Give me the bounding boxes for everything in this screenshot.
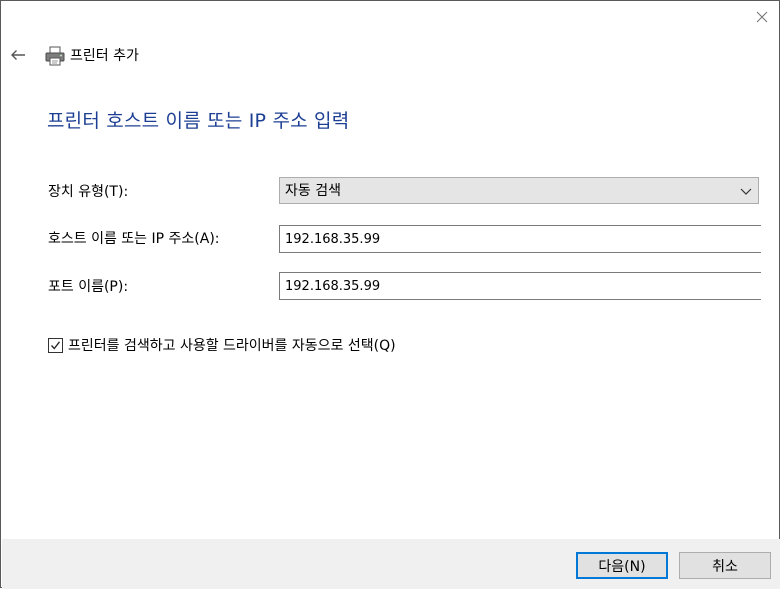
host-input[interactable] <box>279 225 761 253</box>
cancel-button[interactable]: 취소 <box>679 552 771 579</box>
window-title: 프린터 추가 <box>70 48 139 64</box>
dialog-window: 프린터 추가 프린터 호스트 이름 또는 IP 주소 입력 장치 유형(T): … <box>0 0 780 589</box>
chevron-down-icon <box>740 188 752 195</box>
next-button[interactable]: 다음(N) <box>576 552 668 579</box>
device-type-label: 장치 유형(T): <box>48 184 129 200</box>
page-title: 프린터 호스트 이름 또는 IP 주소 입력 <box>47 110 350 132</box>
back-button[interactable] <box>7 45 29 65</box>
printer-icon <box>45 46 65 66</box>
auto-driver-checkbox[interactable] <box>48 338 63 353</box>
port-input[interactable] <box>279 272 761 300</box>
close-icon <box>756 11 768 23</box>
close-button[interactable] <box>747 5 777 29</box>
dialog-footer: 다음(N) 취소 <box>2 539 780 589</box>
device-type-dropdown[interactable]: 자동 검색 <box>279 177 759 204</box>
auto-driver-label[interactable]: 프린터를 검색하고 사용할 드라이버를 자동으로 선택(Q) <box>68 336 396 356</box>
back-arrow-icon <box>11 50 25 60</box>
host-label: 호스트 이름 또는 IP 주소(A): <box>48 231 220 247</box>
port-label: 포트 이름(P): <box>48 279 129 295</box>
checkmark-icon <box>51 341 61 350</box>
device-type-value: 자동 검색 <box>285 183 341 199</box>
